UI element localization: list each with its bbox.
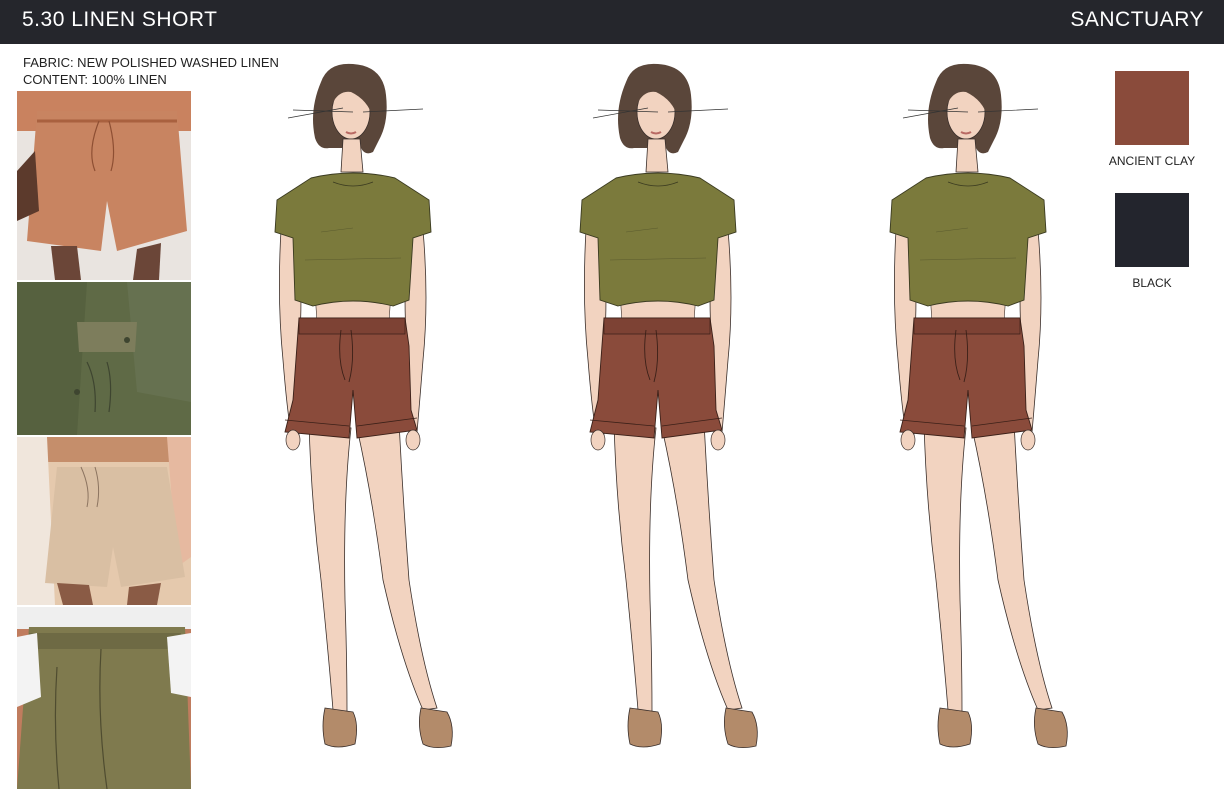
color-swatch-label: ANCIENT CLAY <box>1108 154 1196 168</box>
fashion-sketch-front-icon <box>538 60 778 770</box>
brand-name: SANCTUARY <box>1070 8 1204 31</box>
fashion-sketch-front-icon <box>848 60 1088 770</box>
fashion-sketch-1 <box>233 60 473 770</box>
color-swatch-label: BLACK <box>1132 276 1172 290</box>
inspiration-photo-beige-shorts <box>17 437 191 605</box>
inspiration-photo-khaki-pants <box>17 607 191 789</box>
header-bar: 5.30 LINEN SHORT SANCTUARY <box>0 0 1224 44</box>
page-title: 5.30 LINEN SHORT <box>22 8 218 31</box>
fashion-sketch-front-icon <box>233 60 473 770</box>
color-swatch-ancient-clay <box>1115 71 1189 145</box>
inspiration-photo-olive-outfit <box>17 282 191 435</box>
fashion-sketch-2 <box>538 60 778 770</box>
color-swatch-black <box>1115 193 1189 267</box>
fashion-sketch-3 <box>848 60 1088 770</box>
inspiration-photo-clay-shorts <box>17 91 191 280</box>
